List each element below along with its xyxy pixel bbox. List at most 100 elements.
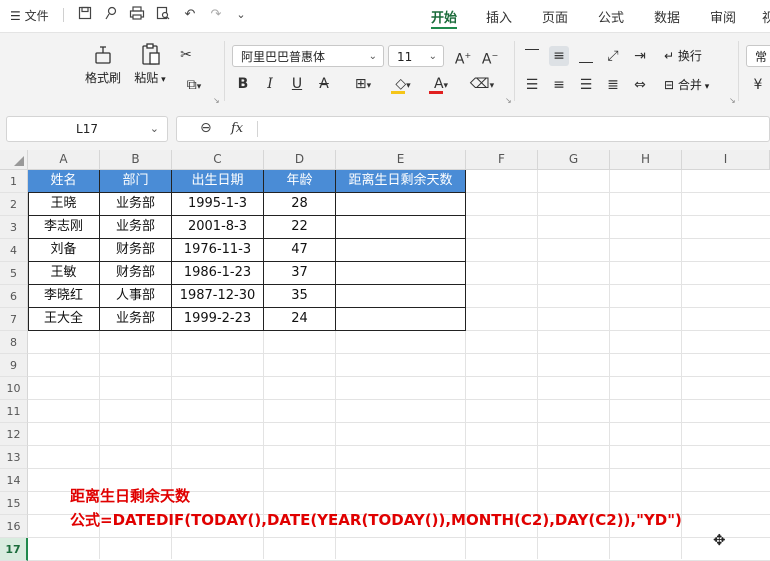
table-cell[interactable]: 1995-1-3 [172,193,264,216]
row-header[interactable]: 4 [0,239,28,262]
fx-icon[interactable]: fx [231,121,243,136]
column-header[interactable]: C [172,150,264,170]
row-header[interactable]: 17 [0,538,28,561]
row-header[interactable]: 14 [0,469,28,492]
table-header-cell[interactable]: 年龄 [264,170,336,193]
copy-icon[interactable]: ⧉▾ [178,75,210,95]
table-cell[interactable] [336,262,466,285]
dialog-launcher-icon[interactable]: ↘ [213,96,220,105]
tab-page[interactable]: 页面 [542,7,568,26]
tab-insert[interactable]: 插入 [486,7,512,26]
undo-icon[interactable]: ↶ [181,6,199,24]
paste-button[interactable]: 粘贴 ▾ [131,43,169,86]
table-cell[interactable]: 1987-12-30 [172,285,264,308]
table-cell[interactable]: 刘备 [28,239,100,262]
row-header[interactable]: 1 [0,170,28,193]
table-cell[interactable] [336,239,466,262]
font-name-select[interactable]: 阿里巴巴普惠体 ⌄ [232,45,384,67]
number-format-select[interactable]: 常 [746,45,770,67]
table-cell[interactable]: 1986-1-23 [172,262,264,285]
column-header[interactable]: F [466,150,538,170]
row-header[interactable]: 15 [0,492,28,515]
column-header[interactable]: H [610,150,682,170]
font-color-icon[interactable]: A▾ [426,74,456,94]
distribute-icon[interactable]: ⇔ [630,75,650,95]
currency-icon[interactable]: ¥ [748,75,768,95]
column-header[interactable]: D [264,150,336,170]
table-header-cell[interactable]: 距离生日剩余天数 [336,170,466,193]
table-cell[interactable] [336,193,466,216]
decrease-font-icon[interactable]: A− [480,46,500,68]
align-left-icon[interactable]: ☰ [522,75,542,95]
align-top-icon[interactable]: ⎺ [522,46,542,66]
row-header[interactable]: 7 [0,308,28,331]
print-preview-icon[interactable] [154,6,172,24]
tab-data[interactable]: 数据 [654,7,680,26]
underline-icon[interactable]: U [287,74,307,94]
bold-icon[interactable]: B [233,74,253,94]
row-header[interactable]: 2 [0,193,28,216]
table-cell[interactable]: 业务部 [100,193,172,216]
table-cell[interactable]: 财务部 [100,262,172,285]
align-bottom-icon[interactable]: ⎽ [576,46,596,66]
align-right-icon[interactable]: ☰ [576,75,596,95]
row-header[interactable]: 12 [0,423,28,446]
table-cell[interactable]: 35 [264,285,336,308]
column-header[interactable]: G [538,150,610,170]
table-cell[interactable]: 李晓红 [28,285,100,308]
font-size-select[interactable]: 11 ⌄ [388,45,444,67]
row-header[interactable]: 8 [0,331,28,354]
formula-input[interactable]: ⊖ fx [176,116,770,142]
print-icon[interactable] [128,6,146,24]
table-cell[interactable]: 王敏 [28,262,100,285]
table-cell[interactable]: 22 [264,216,336,239]
dialog-launcher-icon[interactable]: ↘ [505,96,512,105]
border-icon[interactable]: ⊞▾ [346,74,380,94]
row-header[interactable]: 10 [0,377,28,400]
strikethrough-icon[interactable]: A [314,74,334,94]
spreadsheet-grid[interactable]: ABCDEFGHI 1 2 3 4 5 6 7 8 9 10 11 12 13 14 15 16 17 姓名 部门… [0,150,770,561]
dialog-launcher-icon[interactable]: ↘ [729,96,736,105]
column-header[interactable]: E [336,150,466,170]
row-header[interactable]: 16 [0,515,28,538]
merge-button[interactable]: ⊟ 合并 ▾ [664,75,734,95]
row-header[interactable]: 9 [0,354,28,377]
table-cell[interactable] [336,216,466,239]
chevron-down-icon[interactable]: ⌄ [232,6,250,24]
italic-icon[interactable]: I [260,74,280,94]
file-menu[interactable]: ☰ 文件 [10,7,49,24]
table-cell[interactable]: 王晓 [28,193,100,216]
table-cell[interactable]: 1999-2-23 [172,308,264,331]
format-painter-button[interactable]: 格式刷 [84,43,122,86]
column-header[interactable]: B [100,150,172,170]
table-cell[interactable]: 28 [264,193,336,216]
column-header[interactable]: A [28,150,100,170]
row-header[interactable]: 6 [0,285,28,308]
redo-icon[interactable]: ↷ [207,6,225,24]
save-icon[interactable] [76,6,94,24]
table-cell[interactable]: 王大全 [28,308,100,331]
tab-view[interactable]: 视 [762,7,770,26]
tab-review[interactable]: 审阅 [710,7,736,26]
tab-home[interactable]: 开始 [431,7,457,26]
fill-color-icon[interactable]: ◇▾ [388,74,418,94]
table-cell[interactable]: 2001-8-3 [172,216,264,239]
table-header-cell[interactable]: 出生日期 [172,170,264,193]
align-middle-icon[interactable]: ≡ [549,46,569,66]
wrap-text-button[interactable]: ↵ 换行 [664,46,734,66]
indent-icon[interactable]: ⇥ [630,46,650,66]
eraser-icon[interactable]: ⌫▾ [466,74,498,94]
table-cell[interactable]: 24 [264,308,336,331]
justify-icon[interactable]: ≣ [603,75,623,95]
format-painter-quick-icon[interactable] [102,6,120,24]
tab-formula[interactable]: 公式 [598,7,624,26]
table-cell[interactable]: 业务部 [100,308,172,331]
row-header[interactable]: 13 [0,446,28,469]
table-cell[interactable]: 业务部 [100,216,172,239]
table-header-cell[interactable]: 部门 [100,170,172,193]
name-box[interactable]: L17 ⌄ [6,116,168,142]
table-cell[interactable]: 李志刚 [28,216,100,239]
scissors-icon[interactable]: ✂ [176,45,196,65]
align-center-icon[interactable]: ≡ [549,75,569,95]
row-header[interactable]: 3 [0,216,28,239]
